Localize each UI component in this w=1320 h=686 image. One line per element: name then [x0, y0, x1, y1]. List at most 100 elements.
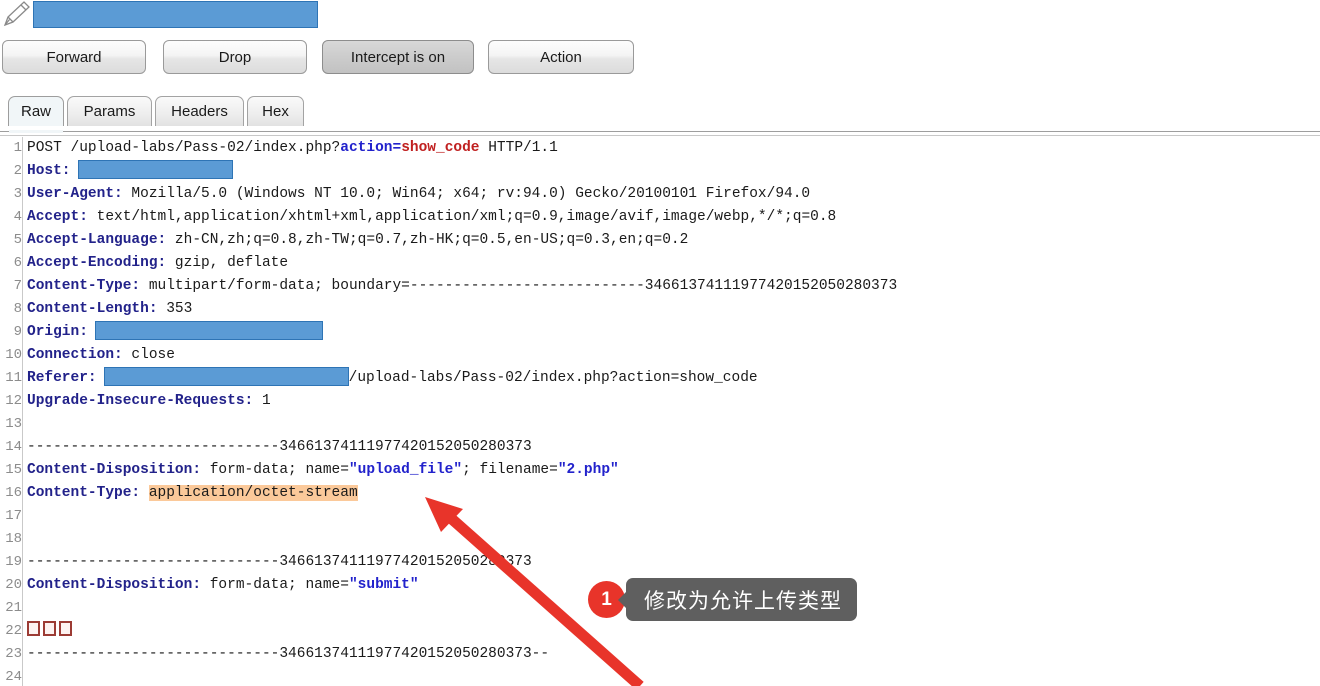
- request-line-4: Accept: text/html,application/xhtml+xml,…: [27, 206, 836, 229]
- gutter-divider: [22, 137, 23, 686]
- header-name-accept: Accept:: [27, 209, 88, 225]
- line-number: 15: [5, 462, 22, 478]
- tab-active-connector: [9, 130, 63, 133]
- header-name-user-agent: User-Agent:: [27, 186, 123, 202]
- request-line-3: User-Agent: Mozilla/5.0 (Windows NT 10.0…: [27, 183, 810, 206]
- header-name-upgrade-insecure-requests: Upgrade-Insecure-Requests:: [27, 393, 254, 409]
- tab-hex[interactable]: Hex: [247, 96, 304, 126]
- header-name-host: Host:: [27, 163, 71, 179]
- header-name-content-type: Content-Type:: [27, 278, 141, 294]
- header-value-content-type: multipart/form-data; boundary=----------…: [140, 278, 898, 294]
- line-number: 14: [5, 439, 22, 455]
- line-number-gutter: 1 2 3 4 5 6 7 8 9 10 11 12 13 14 15 16 1…: [0, 137, 22, 686]
- part2-header-name-content-disposition: Content-Disposition:: [27, 577, 202, 593]
- redacted-host-title: [33, 1, 318, 28]
- header-value-content-length: 353: [157, 301, 193, 317]
- message-tabs: Raw Params Headers Hex: [0, 94, 1320, 132]
- line-number: 16: [5, 485, 22, 501]
- request-line-12: Upgrade-Insecure-Requests: 1: [27, 390, 271, 413]
- window-title-strip: [0, 0, 1320, 30]
- line-number: 22: [5, 623, 22, 639]
- request-line-2: Host:: [27, 159, 233, 183]
- part2-disposition-text: form-data; name=: [201, 577, 349, 593]
- drop-button[interactable]: Drop: [163, 40, 307, 74]
- request-method-path: POST /upload-labs/Pass-02/index.php?: [27, 140, 341, 156]
- header-value-accept-encoding: gzip, deflate: [166, 255, 289, 271]
- intercept-toolbar: Forward Drop Intercept is on Action: [0, 36, 1320, 80]
- line-number: 12: [5, 393, 22, 409]
- action-button[interactable]: Action: [488, 40, 634, 74]
- highlighted-content-type-value[interactable]: application/octet-stream: [148, 485, 358, 501]
- tab-underline: [0, 131, 1320, 136]
- query-param-value: show_code: [401, 140, 480, 156]
- header-value-accept: text/html,application/xhtml+xml,applicat…: [87, 209, 837, 225]
- request-line-1: POST /upload-labs/Pass-02/index.php?acti…: [27, 137, 558, 160]
- part2-field-name: "submit": [348, 577, 419, 593]
- part-disposition-text: form-data; name=: [201, 462, 349, 478]
- burp-intercept-window: Forward Drop Intercept is on Action Raw …: [0, 0, 1320, 686]
- line-number: 23: [5, 646, 22, 662]
- line-number: 2: [13, 163, 22, 179]
- query-param-name: action=: [340, 140, 402, 156]
- request-line-10: Connection: close: [27, 344, 175, 367]
- line-number: 18: [5, 531, 22, 547]
- request-line-9: Origin:: [27, 320, 323, 344]
- line-number: 20: [5, 577, 22, 593]
- line-number: 3: [13, 186, 22, 202]
- request-line-16: Content-Type: application/octet-stream: [27, 482, 358, 505]
- part-header-name-content-type: Content-Type:: [27, 485, 141, 501]
- request-line-5: Accept-Language: zh-CN,zh;q=0.8,zh-TW;q=…: [27, 229, 688, 252]
- tab-params[interactable]: Params: [67, 96, 152, 126]
- request-line-11: Referer: /upload-labs/Pass-02/index.php?a…: [27, 366, 758, 390]
- redacted-host-value: [77, 159, 233, 179]
- part-header-name-content-disposition: Content-Disposition:: [27, 462, 202, 478]
- header-name-origin: Origin:: [27, 324, 88, 340]
- request-line-8: Content-Length: 353: [27, 298, 192, 321]
- tab-headers[interactable]: Headers: [155, 96, 244, 126]
- line-number: 7: [13, 278, 22, 294]
- header-name-referer: Referer:: [27, 370, 97, 386]
- line-number: 24: [5, 669, 22, 685]
- request-line-19: -----------------------------34661374111…: [27, 554, 532, 570]
- request-line-6: Accept-Encoding: gzip, deflate: [27, 252, 288, 275]
- part-field-name: "upload_file": [348, 462, 463, 478]
- line-number: 9: [13, 324, 22, 340]
- request-editor[interactable]: 1 2 3 4 5 6 7 8 9 10 11 12 13 14 15 16 1…: [0, 137, 1320, 686]
- intercept-toggle-button[interactable]: Intercept is on: [322, 40, 474, 74]
- request-line-14: -----------------------------34661374111…: [27, 439, 532, 455]
- line-number: 13: [5, 416, 22, 432]
- unrenderable-char-box-icon: [43, 620, 56, 636]
- request-line-7: Content-Type: multipart/form-data; bound…: [27, 275, 897, 298]
- line-number: 21: [5, 600, 22, 616]
- request-body-text[interactable]: POST /upload-labs/Pass-02/index.php?acti…: [27, 137, 1317, 686]
- request-line-23: -----------------------------34661374111…: [27, 646, 550, 662]
- line-number: 4: [13, 209, 22, 225]
- line-number: 1: [13, 140, 22, 156]
- request-line-15: Content-Disposition: form-data; name="up…: [27, 459, 619, 482]
- unrenderable-char-box-icon: [27, 620, 40, 636]
- header-value-user-agent: Mozilla/5.0 (Windows NT 10.0; Win64; x64…: [122, 186, 811, 202]
- line-number: 8: [13, 301, 22, 317]
- forward-button[interactable]: Forward: [2, 40, 146, 74]
- tab-raw[interactable]: Raw: [8, 96, 64, 126]
- line-number: 6: [13, 255, 22, 271]
- line-number: 5: [13, 232, 22, 248]
- line-number: 17: [5, 508, 22, 524]
- header-name-accept-language: Accept-Language:: [27, 232, 167, 248]
- line-number: 11: [5, 370, 22, 386]
- header-name-connection: Connection:: [27, 347, 123, 363]
- header-value-connection: close: [122, 347, 175, 363]
- redacted-origin-value: [94, 320, 323, 340]
- header-value-referer-path: /upload-labs/Pass-02/index.php?action=sh…: [348, 370, 758, 386]
- redacted-referer-host: [103, 366, 349, 386]
- line-number: 19: [5, 554, 22, 570]
- header-name-accept-encoding: Accept-Encoding:: [27, 255, 167, 271]
- part-filename-value: "2.php": [557, 462, 619, 478]
- http-version: HTTP/1.1: [479, 140, 558, 156]
- header-value-upgrade-insecure-requests: 1: [253, 393, 271, 409]
- request-line-20: Content-Disposition: form-data; name="su…: [27, 574, 419, 597]
- header-name-content-length: Content-Length:: [27, 301, 158, 317]
- line-number: 10: [5, 347, 22, 363]
- part-filename-label: ; filename=: [462, 462, 558, 478]
- unrenderable-char-box-icon: [59, 620, 72, 636]
